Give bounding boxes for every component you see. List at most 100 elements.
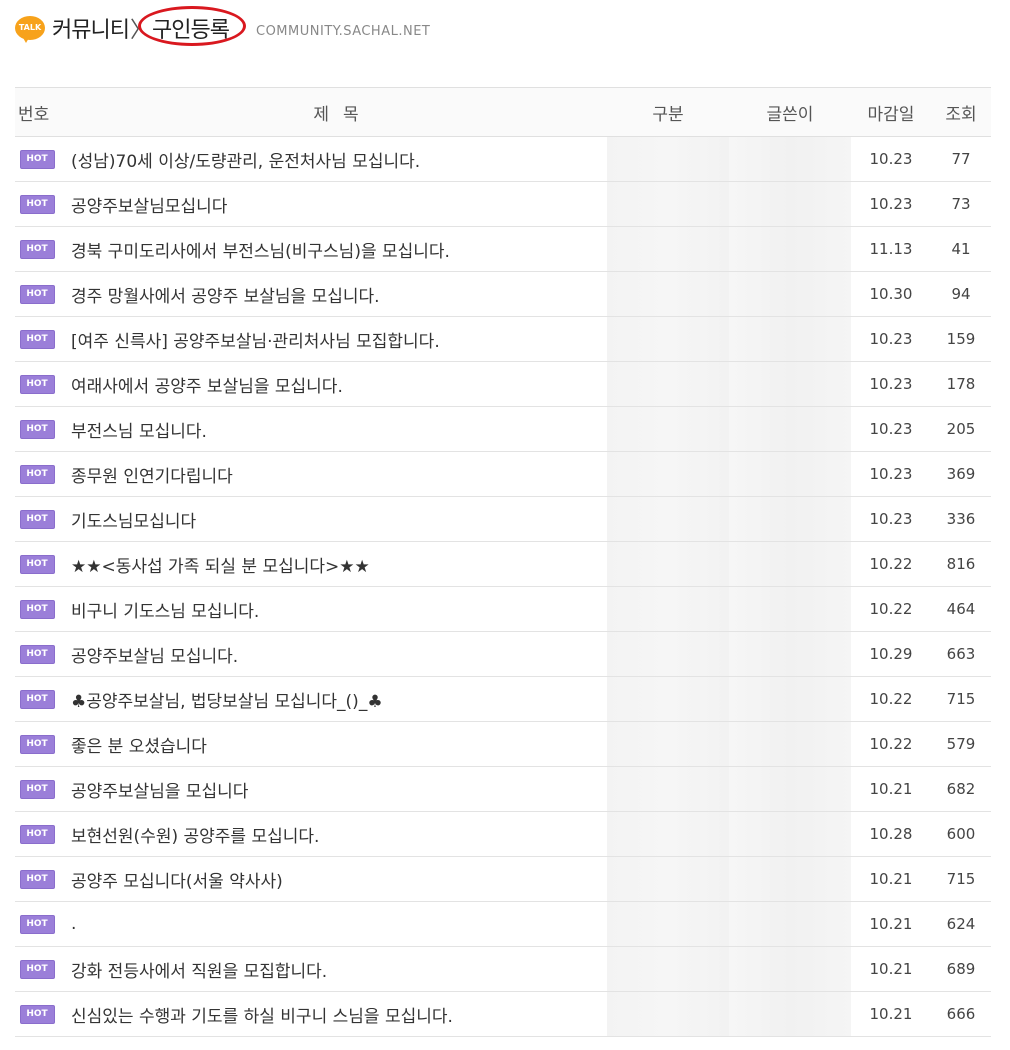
row-writer-cell <box>729 901 851 947</box>
row-writer-cell <box>729 361 851 407</box>
row-title-cell: (성남)70세 이상/도량관리, 운전처사님 모십니다. <box>65 136 607 182</box>
row-category-cell <box>607 721 729 767</box>
row-views-cell: 73 <box>931 181 991 227</box>
row-writer-cell <box>729 226 851 272</box>
row-title-cell: 공양주보살님 모십니다. <box>65 631 607 677</box>
hot-badge: HOT <box>19 375 55 394</box>
blurred-writer <box>729 182 851 226</box>
hot-badge: HOT <box>19 510 55 529</box>
post-title-link[interactable]: 기도스님모십니다 <box>71 512 196 532</box>
row-writer-cell <box>729 271 851 317</box>
table-row: HOT. 10.21 624 <box>15 901 991 947</box>
blurred-writer <box>729 902 851 946</box>
row-number-cell: HOT <box>15 316 65 362</box>
hot-badge: HOT <box>19 780 55 799</box>
post-title-link[interactable]: 종무원 인연기다립니다 <box>71 467 233 487</box>
column-header-deadline: 마감일 <box>851 87 931 137</box>
blurred-writer <box>729 542 851 586</box>
row-category-cell <box>607 631 729 677</box>
row-deadline-cell: 10.21 <box>851 946 931 992</box>
hot-badge: HOT <box>19 465 55 484</box>
post-title-link[interactable]: 비구니 기도스님 모십니다. <box>71 602 259 622</box>
row-writer-cell <box>729 676 851 722</box>
blurred-category <box>607 452 729 496</box>
blurred-writer <box>729 137 851 181</box>
post-title-link[interactable]: ★★<동사섭 가족 되실 분 모십니다>★★ <box>71 557 370 577</box>
row-number-cell: HOT <box>15 946 65 992</box>
row-category-cell <box>607 361 729 407</box>
row-writer-cell <box>729 586 851 632</box>
hot-badge: HOT <box>19 195 55 214</box>
row-deadline-cell: 11.13 <box>851 226 931 272</box>
breadcrumb-community[interactable]: 커뮤니티 <box>52 18 130 43</box>
table-header-row: 번호 제목 구분 글쓴이 마감일 조회 <box>15 87 991 137</box>
row-number-cell: HOT <box>15 856 65 902</box>
post-title-link[interactable]: 부전스님 모십니다. <box>71 422 207 442</box>
column-header-title: 제목 <box>65 87 607 137</box>
post-title-link[interactable]: 보현선원(수원) 공양주를 모십니다. <box>71 827 319 847</box>
row-deadline-cell: 10.22 <box>851 676 931 722</box>
row-views-cell: 178 <box>931 361 991 407</box>
row-deadline-cell: 10.21 <box>851 766 931 812</box>
post-title-link[interactable]: 신심있는 수행과 기도를 하실 비구니 스님을 모십니다. <box>71 1007 453 1027</box>
blurred-writer <box>729 632 851 676</box>
post-title-link[interactable]: (성남)70세 이상/도량관리, 운전처사님 모십니다. <box>71 152 420 172</box>
talk-logo-tail <box>22 36 30 43</box>
blurred-writer <box>729 497 851 541</box>
row-writer-cell <box>729 811 851 857</box>
blurred-writer <box>729 407 851 451</box>
blurred-category <box>607 137 729 181</box>
blurred-category <box>607 767 729 811</box>
blurred-writer <box>729 722 851 766</box>
row-views-cell: 663 <box>931 631 991 677</box>
row-category-cell <box>607 181 729 227</box>
row-views-cell: 464 <box>931 586 991 632</box>
post-title-link[interactable]: 좋은 분 오셨습니다 <box>71 737 207 757</box>
hot-badge: HOT <box>19 735 55 754</box>
row-category-cell <box>607 136 729 182</box>
row-title-cell: 종무원 인연기다립니다 <box>65 451 607 497</box>
column-header-number: 번호 <box>15 87 65 137</box>
row-title-cell: 경주 망월사에서 공양주 보살님을 모십니다. <box>65 271 607 317</box>
column-header-views: 조회 <box>931 87 991 137</box>
post-title-link[interactable]: 공양주보살님 모십니다. <box>71 647 238 667</box>
blurred-writer <box>729 947 851 991</box>
row-deadline-cell: 10.23 <box>851 451 931 497</box>
row-views-cell: 689 <box>931 946 991 992</box>
row-category-cell <box>607 901 729 947</box>
post-title-link[interactable]: 강화 전등사에서 직원을 모집합니다. <box>71 962 327 982</box>
row-views-cell: 41 <box>931 226 991 272</box>
post-title-link[interactable]: 여래사에서 공양주 보살님을 모십니다. <box>71 377 343 397</box>
post-title-link[interactable]: [여주 신륵사] 공양주보살님·관리처사님 모집합니다. <box>71 332 440 352</box>
row-number-cell: HOT <box>15 496 65 542</box>
row-title-cell: . <box>65 901 607 947</box>
blurred-writer <box>729 452 851 496</box>
post-title-link[interactable]: 공양주보살님을 모십니다 <box>71 782 248 802</box>
row-title-cell: 신심있는 수행과 기도를 하실 비구니 스님을 모십니다. <box>65 991 607 1037</box>
row-title-cell: 부전스님 모십니다. <box>65 406 607 452</box>
post-title-link[interactable]: ♣공양주보살님, 법당보살님 모십니다_()_♣ <box>71 692 383 712</box>
post-title-link[interactable]: 공양주보살님모십니다 <box>71 197 227 217</box>
blurred-category <box>607 902 729 946</box>
row-deadline-cell: 10.22 <box>851 586 931 632</box>
row-number-cell: HOT <box>15 631 65 677</box>
row-number-cell: HOT <box>15 541 65 587</box>
row-deadline-cell: 10.23 <box>851 406 931 452</box>
row-deadline-cell: 10.21 <box>851 856 931 902</box>
blurred-category <box>607 497 729 541</box>
blurred-category <box>607 722 729 766</box>
table-row: HOT 비구니 기도스님 모십니다. 10.22 464 <box>15 586 991 632</box>
post-title-link[interactable]: . <box>71 914 76 934</box>
post-title-link[interactable]: 경주 망월사에서 공양주 보살님을 모십니다. <box>71 287 380 307</box>
post-title-link[interactable]: 경북 구미도리사에서 부전스님(비구스님)을 모십니다. <box>71 242 450 262</box>
blurred-writer <box>729 272 851 316</box>
row-title-cell: 강화 전등사에서 직원을 모집합니다. <box>65 946 607 992</box>
blurred-writer <box>729 317 851 361</box>
table-row: HOT 좋은 분 오셨습니다 10.22 579 <box>15 721 991 767</box>
row-number-cell: HOT <box>15 451 65 497</box>
post-title-link[interactable]: 공양주 모십니다(서울 약사사) <box>71 872 283 892</box>
row-number-cell: HOT <box>15 721 65 767</box>
table-row: HOT 여래사에서 공양주 보살님을 모십니다. 10.23 178 <box>15 361 991 407</box>
talk-logo-icon: TALK <box>15 16 45 40</box>
table-row: HOT (성남)70세 이상/도량관리, 운전처사님 모십니다. 10.23 77 <box>15 136 991 182</box>
